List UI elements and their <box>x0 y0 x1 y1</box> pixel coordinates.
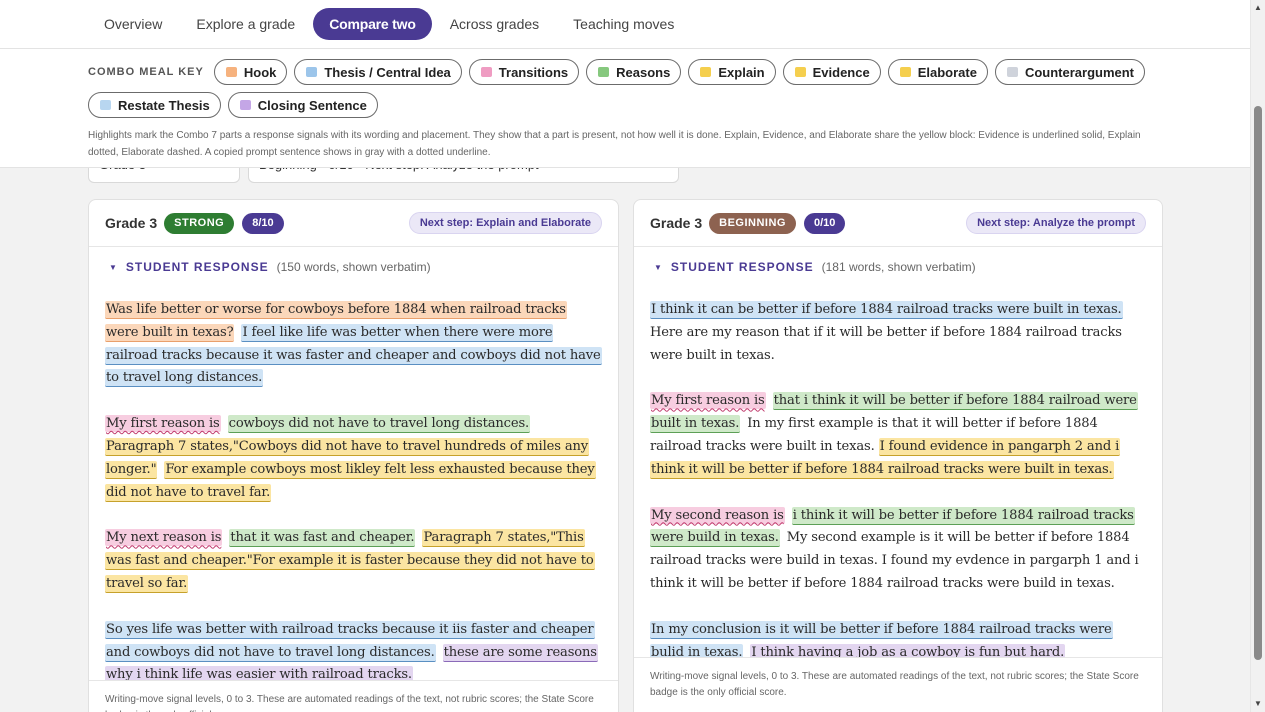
essay-paragraph: My first reason is that i think it will … <box>650 390 1146 481</box>
key-chip-counterargument[interactable]: Counterargument <box>994 59 1146 85</box>
segment-transition: My second reason is <box>650 506 785 524</box>
essay-paragraph: My first reason is cowboys did not have … <box>105 413 602 504</box>
combo-meal-key: COMBO MEAL KEY Hook Thesis / Central Ide… <box>0 49 1250 168</box>
swatch-icon <box>794 67 806 77</box>
response-meta: (150 words, shown verbatim) <box>276 260 431 274</box>
segment-thesis: I think it can be better if before 1884 … <box>650 301 1123 319</box>
swatch-icon <box>306 67 318 77</box>
score-badge: 0/10 <box>803 212 846 234</box>
tab-explore-a-grade[interactable]: Explore a grade <box>180 8 311 40</box>
swatch-icon <box>700 67 712 77</box>
key-chip-explain[interactable]: Explain <box>688 59 776 85</box>
response-title: STUDENT RESPONSE <box>670 260 814 274</box>
segment-transition: My next reason is <box>105 529 223 547</box>
swatch-icon <box>225 67 237 77</box>
segment-plain: Here are my reason that if it will be be… <box>650 324 1122 363</box>
grade-label: Grade 3 <box>650 215 703 231</box>
swatch-icon <box>239 100 251 110</box>
essay-text: I think it can be better if before 1884 … <box>634 299 1162 664</box>
key-chip-thesis[interactable]: Thesis / Central Idea <box>294 59 462 85</box>
response-meta: (181 words, shown verbatim) <box>821 260 976 274</box>
key-note: Highlights mark the Combo 7 parts a resp… <box>88 130 1141 158</box>
top-nav: Overview Explore a grade Compare two Acr… <box>0 0 1250 49</box>
segment-transition: My first reason is <box>105 415 221 433</box>
key-chip-elaborate[interactable]: Elaborate <box>887 59 988 85</box>
key-chip-hook[interactable]: Hook <box>213 59 288 85</box>
segment-reason: cowboys did not have to travel long dist… <box>227 415 531 434</box>
scroll-up-arrow-icon[interactable]: ▲ <box>1253 3 1263 13</box>
tab-across-grades[interactable]: Across grades <box>434 8 555 40</box>
essay-text: Was life better or worse for cowboys bef… <box>89 299 618 687</box>
level-badge: BEGINNING <box>709 212 796 234</box>
swatch-icon <box>598 67 610 77</box>
key-chip-evidence[interactable]: Evidence <box>782 59 881 85</box>
signal-levels-note: Writing-move signal levels, 0 to 3. Thes… <box>89 680 618 712</box>
essay-paragraph: Was life better or worse for cowboys bef… <box>105 299 602 390</box>
grade-label: Grade 3 <box>105 215 158 231</box>
next-step-badge: Next step: Explain and Elaborate <box>408 212 602 234</box>
essay-paragraph: My next reason is that it was fast and c… <box>105 527 602 595</box>
segment-reason: that it was fast and cheaper. <box>229 529 416 548</box>
signal-levels-note: Writing-move signal levels, 0 to 3. Thes… <box>634 657 1162 712</box>
response-title: STUDENT RESPONSE <box>125 260 269 274</box>
key-chip-reasons[interactable]: Reasons <box>586 59 682 85</box>
scrollbar-thumb[interactable] <box>1254 106 1262 660</box>
response-card-right: Grade 3 BEGINNING 0/10 Next step: Analyz… <box>633 199 1163 712</box>
swatch-icon <box>100 100 111 110</box>
essay-paragraph: So yes life was better with railroad tra… <box>105 619 602 687</box>
tab-compare-two[interactable]: Compare two <box>313 8 432 40</box>
swatch-icon <box>480 67 492 77</box>
essay-paragraph: I think it can be better if before 1884 … <box>650 299 1146 367</box>
triangle-down-icon: ▼ <box>109 262 117 272</box>
key-chip-transitions[interactable]: Transitions <box>468 59 580 85</box>
segment-explain: For example cowboys most likley felt les… <box>105 460 596 502</box>
student-response-toggle[interactable]: ▼ STUDENT RESPONSE (181 words, shown ver… <box>634 247 1162 274</box>
level-badge: STRONG <box>164 212 235 234</box>
key-label: COMBO MEAL KEY <box>88 66 204 78</box>
response-card-left: Grade 3 STRONG 8/10 Next step: Explain a… <box>88 199 619 712</box>
score-badge: 8/10 <box>242 212 284 234</box>
scroll-down-arrow-icon[interactable]: ▼ <box>1253 699 1263 709</box>
next-step-badge: Next step: Analyze the prompt <box>966 212 1146 234</box>
segment-transition: My first reason is <box>650 392 766 410</box>
app-viewport: Overview Explore a grade Compare two Acr… <box>0 0 1250 712</box>
page-scrollbar[interactable]: ▲ ▼ <box>1250 0 1265 712</box>
swatch-icon <box>1006 67 1018 77</box>
tab-teaching-moves[interactable]: Teaching moves <box>557 8 690 40</box>
tab-overview[interactable]: Overview <box>88 8 178 40</box>
student-response-toggle[interactable]: ▼ STUDENT RESPONSE (150 words, shown ver… <box>89 247 618 274</box>
swatch-icon <box>899 67 911 77</box>
key-chip-restate-thesis[interactable]: Restate Thesis <box>88 92 221 118</box>
key-chip-row: COMBO MEAL KEY Hook Thesis / Central Ide… <box>88 59 1168 118</box>
card-header: Grade 3 BEGINNING 0/10 Next step: Analyz… <box>634 200 1162 247</box>
essay-paragraph: My second reason is i think it will be b… <box>650 505 1146 596</box>
card-header: Grade 3 STRONG 8/10 Next step: Explain a… <box>89 200 618 247</box>
key-chip-closing-sentence[interactable]: Closing Sentence <box>227 92 378 118</box>
triangle-down-icon: ▼ <box>654 262 662 272</box>
